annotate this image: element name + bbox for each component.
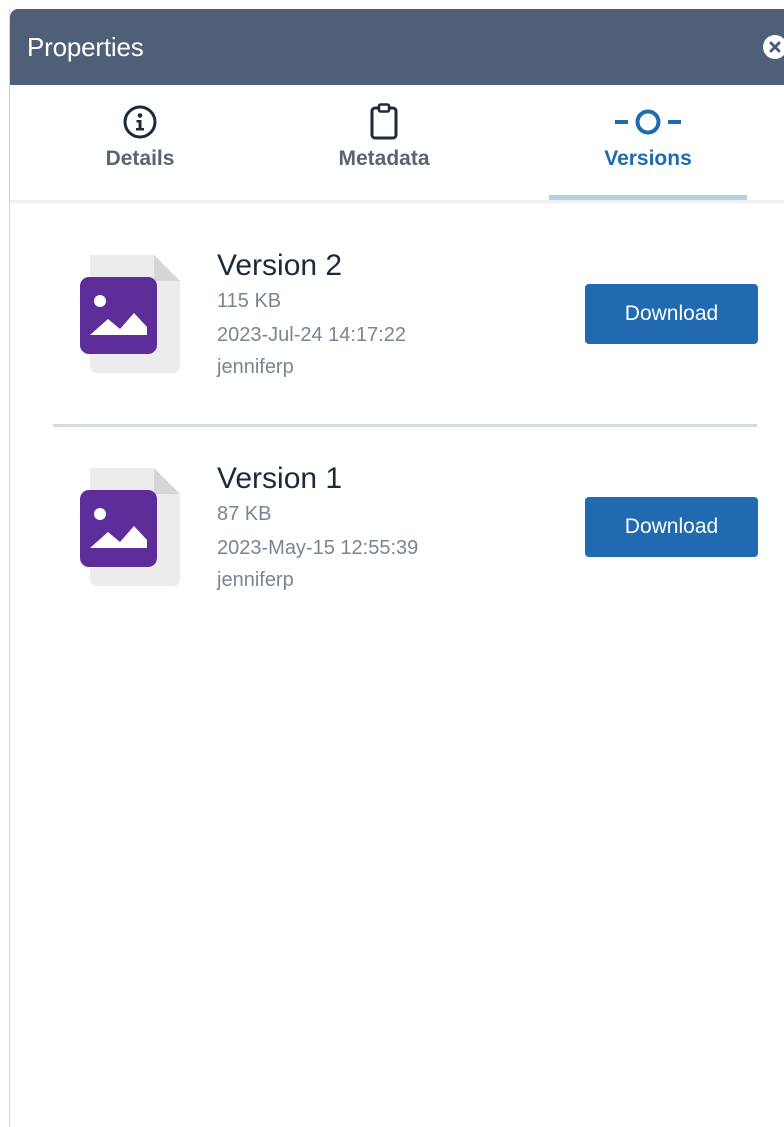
version-user: jenniferp: [217, 356, 294, 378]
tab-versions[interactable]: Versions: [518, 85, 778, 200]
versions-list: Version 2 115 KB 2023-Jul-24 14:17:22 je…: [10, 200, 784, 626]
image-file-icon: [80, 255, 182, 378]
close-button[interactable]: [763, 35, 784, 59]
version-history-icon: [615, 101, 681, 143]
image-file-icon: [80, 468, 182, 591]
version-item: Version 2 115 KB 2023-Jul-24 14:17:22 je…: [10, 200, 784, 413]
tab-metadata-label: Metadata: [338, 147, 430, 170]
panel-title: Properties: [27, 31, 144, 62]
version-size: 87 KB: [217, 503, 272, 525]
version-name: Version 1: [217, 462, 343, 495]
info-circle-icon: [122, 101, 158, 143]
clipboard-icon: [369, 101, 399, 143]
version-size: 115 KB: [217, 290, 282, 312]
version-user: jenniferp: [217, 569, 294, 591]
tab-versions-label: Versions: [604, 147, 692, 170]
download-button[interactable]: Download: [585, 497, 758, 557]
version-item: Version 1 87 KB 2023-May-15 12:55:39 jen…: [10, 413, 784, 626]
tab-bar: Details Metadata Versions: [10, 85, 784, 201]
version-date: 2023-Jul-24 14:17:22: [217, 324, 407, 346]
tab-details[interactable]: Details: [10, 85, 270, 200]
tab-details-label: Details: [105, 147, 175, 170]
close-icon: [769, 41, 781, 53]
properties-panel: Properties Details Metadata Versions Ver…: [9, 9, 784, 1127]
download-button[interactable]: Download: [585, 284, 758, 344]
version-date: 2023-May-15 12:55:39: [217, 537, 419, 559]
version-name: Version 2: [217, 249, 343, 282]
tab-metadata[interactable]: Metadata: [270, 85, 498, 200]
panel-header: Properties: [10, 9, 784, 85]
